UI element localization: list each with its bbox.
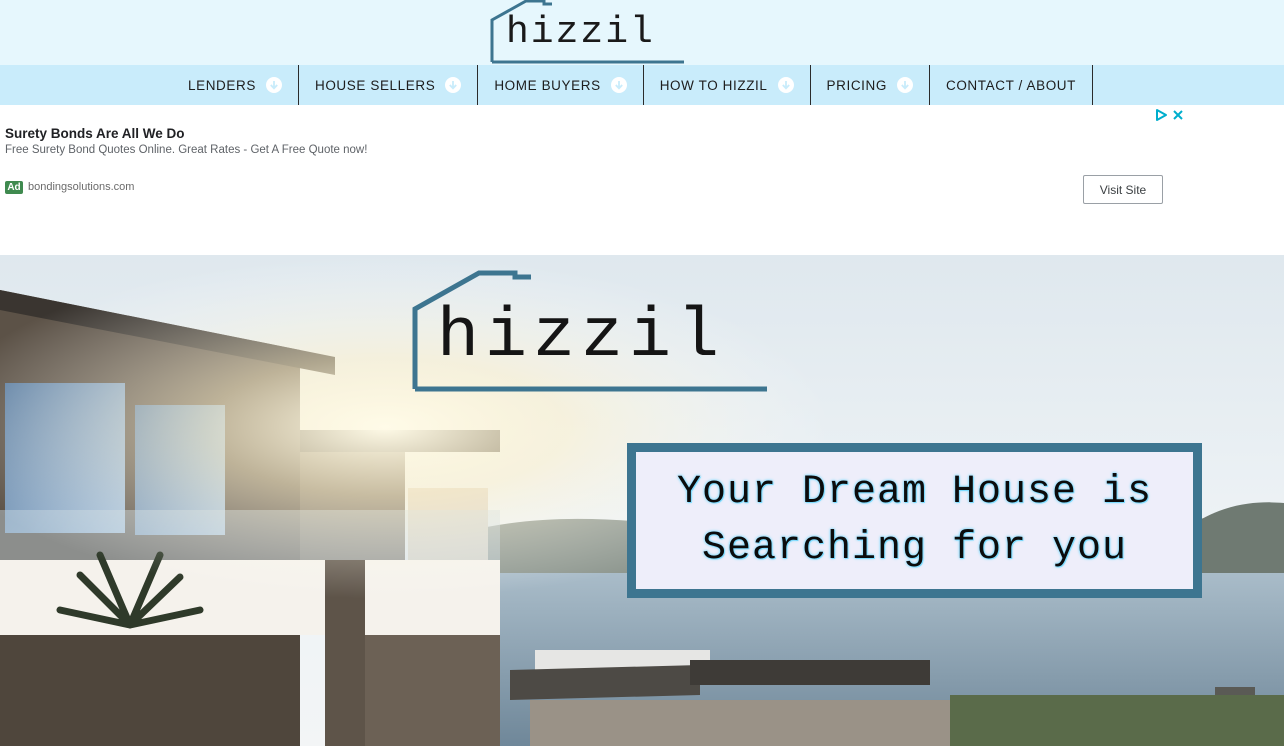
chevron-down-circle-icon xyxy=(896,77,913,93)
ad-domain-link[interactable]: bondingsolutions.com xyxy=(28,181,134,194)
nav-item-label: HOW TO HIZZIL xyxy=(659,77,768,93)
nav-item-label: CONTACT / ABOUT xyxy=(945,77,1076,93)
hero-banner: hizzil Your Dream House is Searching for… xyxy=(0,255,1284,746)
visit-site-button[interactable]: Visit Site xyxy=(1083,175,1163,204)
tagline-line-2: Searching for you xyxy=(701,525,1128,571)
nav-item-label: HOUSE SELLERS xyxy=(314,77,436,93)
adchoices-icon[interactable] xyxy=(1154,108,1168,122)
site-header: hizzil xyxy=(0,0,1284,65)
nav-item-label: LENDERS xyxy=(188,77,256,93)
nav-list: LENDERS HOUSE SELLERS HOME BUYERS HOW TO… xyxy=(172,65,1093,105)
nav-item-how-to-hizzil[interactable]: HOW TO HIZZIL xyxy=(644,65,811,105)
tagline-inner: Your Dream House is Searching for you xyxy=(636,452,1193,589)
logo-wordmark: hizzil xyxy=(506,11,655,54)
ad-title-link[interactable]: Surety Bonds Are All We Do xyxy=(5,126,185,141)
tagline-line-1: Your Dream House is xyxy=(676,469,1153,515)
close-icon[interactable] xyxy=(1171,108,1185,122)
nav-item-pricing[interactable]: PRICING xyxy=(811,65,930,105)
nav-item-home-buyers[interactable]: HOME BUYERS xyxy=(478,65,644,105)
main-nav: LENDERS HOUSE SELLERS HOME BUYERS HOW TO… xyxy=(0,65,1284,105)
nav-item-contact-about[interactable]: CONTACT / ABOUT xyxy=(930,65,1093,105)
nav-item-label: PRICING xyxy=(826,77,887,93)
nav-item-label: HOME BUYERS xyxy=(494,77,601,93)
tagline-box: Your Dream House is Searching for you xyxy=(627,443,1202,598)
chevron-down-circle-icon xyxy=(610,77,627,93)
ad-badge: Ad xyxy=(5,181,23,194)
hero-logo: hizzil xyxy=(403,263,773,393)
hero-logo-wordmark: hizzil xyxy=(437,298,726,377)
site-logo[interactable]: hizzil xyxy=(486,0,686,64)
nav-item-house-sellers[interactable]: HOUSE SELLERS xyxy=(299,65,479,105)
chevron-down-circle-icon xyxy=(265,77,282,93)
nav-item-lenders[interactable]: LENDERS xyxy=(172,65,299,105)
ad-description: Free Surety Bond Quotes Online. Great Ra… xyxy=(5,144,368,156)
chevron-down-circle-icon xyxy=(777,77,794,93)
ad-banner: Surety Bonds Are All We Do Free Surety B… xyxy=(0,105,1284,255)
chevron-down-circle-icon xyxy=(445,77,462,93)
